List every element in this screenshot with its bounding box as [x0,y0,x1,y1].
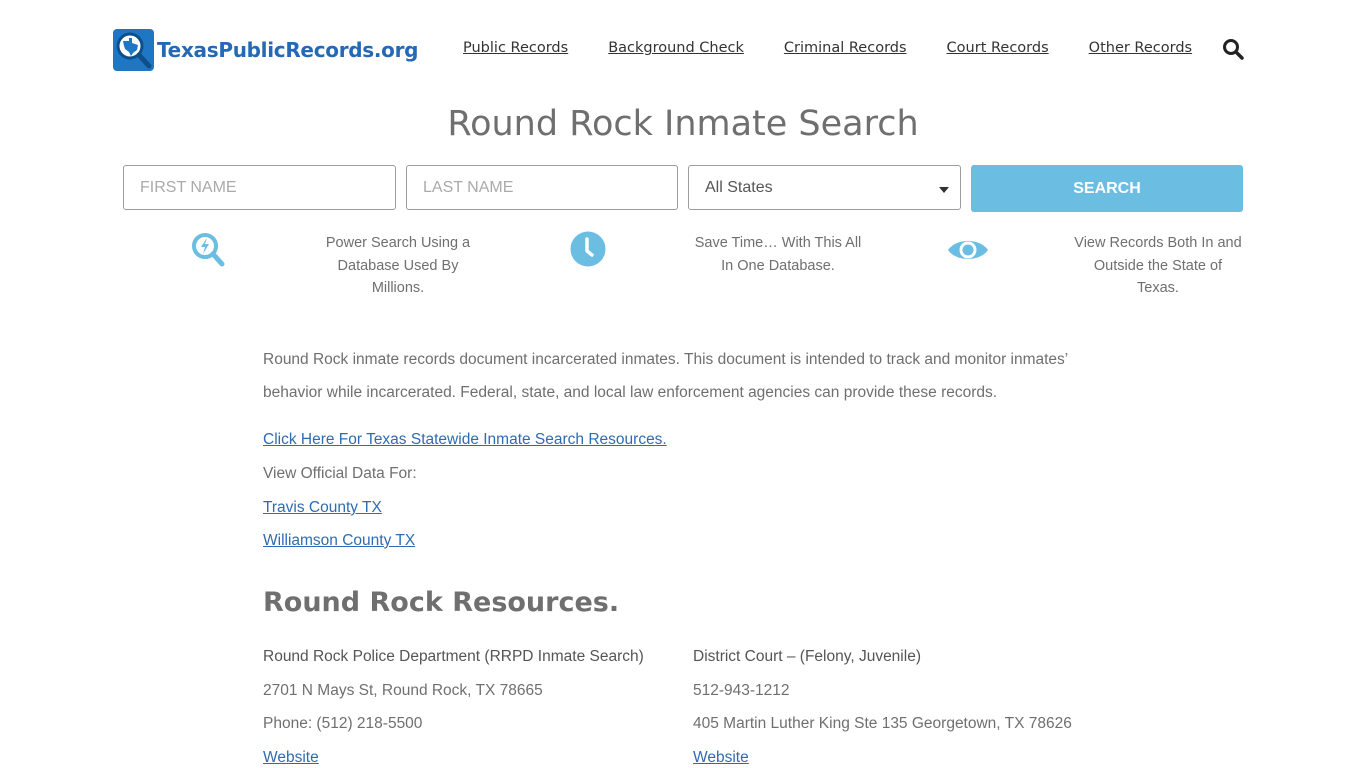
first-name-input[interactable] [124,166,395,209]
magnifier-bolt-icon [191,232,225,273]
feature-line: Save Time… With This All [694,235,862,251]
inmate-search-form: All States SEARCH [123,165,1243,212]
feature-view-records: View Records Both In and Outside the Sta… [1063,232,1253,300]
feature-save-time: Save Time… With This All In One Database… [678,232,878,277]
nav-court-records[interactable]: Court Records [947,40,1049,56]
logo-text: TexasPublicRecords.org [157,38,419,62]
eye-icon [947,236,989,269]
state-select[interactable]: All States [688,165,961,210]
feature-line: In One Database. [721,257,835,274]
statewide-inmate-search-link[interactable]: Click Here For Texas Statewide Inmate Se… [263,431,667,448]
site-header: TexasPublicRecords.org Public Records Ba… [0,0,1366,100]
feature-line: Millions. [371,280,425,296]
intro-paragraph: Round Rock inmate records document incar… [263,351,1068,401]
county-link-row: Williamson County TX [263,532,415,550]
williamson-county-link[interactable]: Williamson County TX [263,532,415,549]
travis-county-link[interactable]: Travis County TX [263,499,382,516]
nav-public-records[interactable]: Public Records [463,40,568,56]
caret-down-icon [939,187,949,193]
feature-line: Texas. [1137,280,1179,296]
feature-line: Power Search Using a [325,235,471,251]
search-button[interactable]: SEARCH [971,165,1243,212]
nav-background-check[interactable]: Background Check [608,40,744,56]
rrpd-website-link[interactable]: Website [263,749,319,766]
feature-line: View Records Both In and [1074,235,1242,251]
intro-section: Round Rock inmate records document incar… [263,343,1103,409]
resource-address: 2701 N Mays St, Round Rock, TX 78665 [263,682,543,699]
resource-phone: 512-943-1212 [693,682,790,699]
resource-address: 405 Martin Luther King Ste 135 Georgetow… [693,715,1072,732]
logo-magnifier-texas-icon [113,29,154,71]
resource-website-row: Website [693,749,749,767]
view-official-label: View Official Data For: [263,465,417,482]
state-select-value: All States [705,178,773,196]
feature-power-search: Power Search Using a Database Used By Mi… [308,232,488,300]
nav-other-records[interactable]: Other Records [1089,40,1192,56]
feature-line: Outside the State of [1093,257,1223,274]
page-title: Round Rock Inmate Search [447,104,919,144]
resources-heading: Round Rock Resources. [263,587,620,618]
clock-icon [570,231,606,272]
site-logo[interactable]: TexasPublicRecords.org [113,29,419,71]
district-court-website-link[interactable]: Website [693,749,749,766]
statewide-link-row: Click Here For Texas Statewide Inmate Se… [263,431,667,449]
feature-line: Database Used By [337,257,459,274]
search-icon[interactable] [1222,38,1244,60]
nav-criminal-records[interactable]: Criminal Records [784,40,907,56]
resource-name: District Court – (Felony, Juvenile) [693,648,921,665]
first-name-field-wrapper [123,165,396,210]
county-link-row: Travis County TX [263,499,382,517]
last-name-field-wrapper [406,165,678,210]
resource-website-row: Website [263,749,319,767]
resource-phone: Phone: (512) 218-5500 [263,715,423,732]
last-name-input[interactable] [407,166,677,209]
main-nav: Public Records Background Check Criminal… [463,40,1232,56]
resource-name: Round Rock Police Department (RRPD Inmat… [263,648,644,665]
